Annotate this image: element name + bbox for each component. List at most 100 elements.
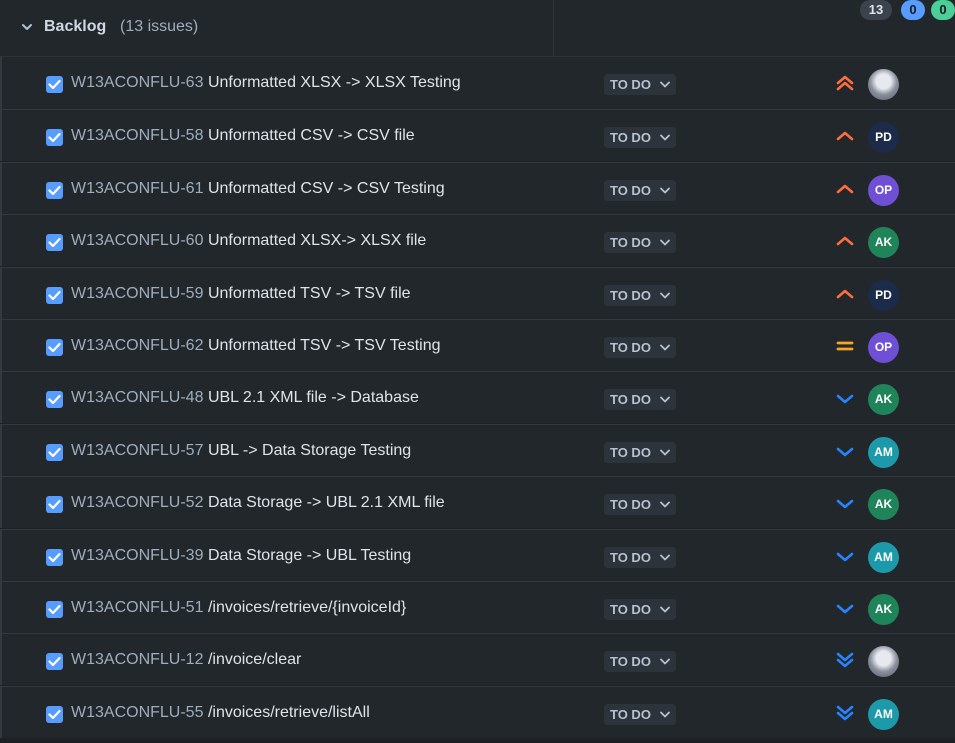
- issue-key[interactable]: W13ACONFLU-61: [71, 180, 203, 197]
- issue-row[interactable]: W13ACONFLU-62 Unformatted TSV -> TSV Tes…: [0, 319, 955, 371]
- status-dropdown[interactable]: TO DO: [604, 389, 676, 411]
- issue-key[interactable]: W13ACONFLU-12: [71, 651, 203, 668]
- status-label: TO DO: [610, 444, 651, 460]
- issue-key[interactable]: W13ACONFLU-39: [71, 547, 203, 564]
- status-dropdown[interactable]: TO DO: [604, 494, 676, 516]
- status-dropdown[interactable]: TO DO: [604, 337, 676, 358]
- chevron-down-icon[interactable]: [20, 20, 34, 34]
- avatar[interactable]: PD: [868, 122, 899, 154]
- issue-summary[interactable]: Unformatted TSV -> TSV file: [208, 285, 411, 302]
- status-label: TO DO: [610, 497, 651, 513]
- issue-link[interactable]: W13ACONFLU-12 /invoice/clear: [71, 651, 301, 669]
- chevron-down-icon: [660, 239, 670, 246]
- issue-link[interactable]: W13ACONFLU-62 Unformatted TSV -> TSV Tes…: [71, 337, 441, 355]
- chevron-down-icon: [660, 81, 670, 88]
- issue-summary[interactable]: Unformatted CSV -> CSV Testing: [208, 180, 445, 197]
- issue-key[interactable]: W13ACONFLU-48: [71, 389, 203, 406]
- issue-summary[interactable]: /invoices/retrieve/{invoiceId}: [208, 599, 406, 616]
- status-dropdown[interactable]: TO DO: [604, 703, 676, 725]
- issue-row[interactable]: W13ACONFLU-12 /invoice/clear TO DO: [0, 633, 955, 686]
- issue-summary[interactable]: Unformatted XLSX -> XLSX Testing: [208, 74, 461, 91]
- status-dropdown[interactable]: TO DO: [604, 441, 676, 463]
- issue-key[interactable]: W13ACONFLU-60: [71, 232, 203, 249]
- chevron-down-icon: [660, 711, 670, 718]
- issue-summary[interactable]: Unformatted XLSX-> XLSX file: [208, 232, 426, 249]
- issue-summary[interactable]: Data Storage -> UBL 2.1 XML file: [208, 494, 445, 511]
- status-dropdown[interactable]: TO DO: [604, 651, 676, 673]
- issue-link[interactable]: W13ACONFLU-55 /invoices/retrieve/listAll: [71, 704, 370, 722]
- issue-summary[interactable]: Unformatted CSV -> CSV file: [208, 127, 415, 144]
- issue-key[interactable]: W13ACONFLU-55: [71, 704, 203, 721]
- issue-key[interactable]: W13ACONFLU-58: [71, 127, 203, 144]
- task-type-icon: [46, 601, 63, 618]
- issue-row[interactable]: W13ACONFLU-59 Unformatted TSV -> TSV fil…: [0, 266, 955, 319]
- issue-row[interactable]: W13ACONFLU-60 Unformatted XLSX-> XLSX fi…: [0, 214, 955, 267]
- issue-key[interactable]: W13ACONFLU-62: [71, 337, 203, 354]
- backlog-header[interactable]: Backlog (13 issues) 13 0 0: [0, 0, 955, 57]
- issue-key[interactable]: W13ACONFLU-57: [71, 442, 203, 459]
- avatar[interactable]: AK: [868, 384, 899, 416]
- task-type-icon: [46, 234, 63, 252]
- issue-row[interactable]: W13ACONFLU-61 Unformatted CSV -> CSV Tes…: [0, 161, 955, 214]
- status-label: TO DO: [610, 287, 651, 303]
- issue-row[interactable]: W13ACONFLU-57 UBL -> Data Storage Testin…: [0, 423, 955, 476]
- issue-row[interactable]: W13ACONFLU-63 Unformatted XLSX -> XLSX T…: [0, 57, 955, 109]
- status-label: TO DO: [610, 706, 651, 722]
- status-dropdown[interactable]: TO DO: [604, 546, 676, 568]
- avatar[interactable]: AK: [868, 489, 899, 521]
- issue-link[interactable]: W13ACONFLU-58 Unformatted CSV -> CSV fil…: [71, 127, 415, 145]
- issue-summary[interactable]: Unformatted TSV -> TSV Testing: [208, 337, 441, 354]
- status-dropdown[interactable]: TO DO: [604, 179, 676, 201]
- priority-low-icon: [835, 441, 855, 461]
- avatar[interactable]: AM: [868, 436, 899, 468]
- issue-link[interactable]: W13ACONFLU-52 Data Storage -> UBL 2.1 XM…: [71, 494, 445, 512]
- issue-row[interactable]: W13ACONFLU-58 Unformatted CSV -> CSV fil…: [0, 109, 955, 162]
- avatar[interactable]: PD: [868, 279, 899, 311]
- issue-link[interactable]: W13ACONFLU-39 Data Storage -> UBL Testin…: [71, 547, 411, 565]
- issue-link[interactable]: W13ACONFLU-59 Unformatted TSV -> TSV fil…: [71, 285, 411, 303]
- task-type-icon: [46, 76, 63, 93]
- avatar[interactable]: OP: [868, 174, 899, 206]
- status-dropdown[interactable]: TO DO: [604, 127, 676, 149]
- task-type-icon: [46, 443, 63, 461]
- issue-row[interactable]: W13ACONFLU-51 /invoices/retrieve/{invoic…: [0, 581, 955, 633]
- status-label: TO DO: [610, 340, 651, 355]
- status-dropdown[interactable]: TO DO: [604, 599, 676, 620]
- issue-key[interactable]: W13ACONFLU-63: [71, 74, 203, 91]
- issue-link[interactable]: W13ACONFLU-63 Unformatted XLSX -> XLSX T…: [71, 74, 461, 92]
- status-dropdown[interactable]: TO DO: [604, 74, 676, 95]
- avatar[interactable]: AM: [868, 541, 899, 573]
- priority-lowest-icon: [835, 650, 855, 670]
- avatar-image[interactable]: [868, 646, 899, 678]
- issue-row[interactable]: W13ACONFLU-39 Data Storage -> UBL Testin…: [0, 528, 955, 581]
- issue-row[interactable]: W13ACONFLU-55 /invoices/retrieve/listAll…: [0, 685, 955, 738]
- issue-link[interactable]: W13ACONFLU-48 UBL 2.1 XML file -> Databa…: [71, 389, 419, 407]
- avatar[interactable]: AM: [868, 698, 899, 730]
- priority-high-icon: [835, 231, 855, 251]
- issue-summary[interactable]: UBL 2.1 XML file -> Database: [208, 389, 419, 406]
- backlog-title: Backlog: [44, 18, 107, 35]
- issue-summary[interactable]: /invoices/retrieve/listAll: [208, 704, 370, 721]
- issue-link[interactable]: W13ACONFLU-60 Unformatted XLSX-> XLSX fi…: [71, 232, 426, 250]
- status-label: TO DO: [610, 392, 651, 408]
- status-label: TO DO: [610, 549, 651, 565]
- issue-key[interactable]: W13ACONFLU-52: [71, 494, 203, 511]
- status-dropdown[interactable]: TO DO: [604, 232, 676, 254]
- issue-key[interactable]: W13ACONFLU-59: [71, 285, 203, 302]
- issue-row[interactable]: W13ACONFLU-52 Data Storage -> UBL 2.1 XM…: [0, 476, 955, 529]
- issue-summary[interactable]: /invoice/clear: [208, 651, 301, 668]
- avatar[interactable]: AK: [868, 594, 899, 625]
- issue-summary[interactable]: UBL -> Data Storage Testing: [208, 442, 411, 459]
- issue-link[interactable]: W13ACONFLU-61 Unformatted CSV -> CSV Tes…: [71, 180, 445, 198]
- avatar[interactable]: AK: [868, 227, 899, 259]
- issue-link[interactable]: W13ACONFLU-57 UBL -> Data Storage Testin…: [71, 442, 411, 460]
- issue-key[interactable]: W13ACONFLU-51: [71, 599, 203, 616]
- priority-high-icon: [835, 126, 855, 146]
- priority-lowest-icon: [835, 703, 855, 723]
- issue-summary[interactable]: Data Storage -> UBL Testing: [208, 547, 411, 564]
- avatar-image[interactable]: [868, 69, 899, 100]
- avatar[interactable]: OP: [868, 332, 899, 363]
- status-dropdown[interactable]: TO DO: [604, 284, 676, 306]
- issue-row[interactable]: W13ACONFLU-48 UBL 2.1 XML file -> Databa…: [0, 371, 955, 424]
- issue-link[interactable]: W13ACONFLU-51 /invoices/retrieve/{invoic…: [71, 599, 406, 617]
